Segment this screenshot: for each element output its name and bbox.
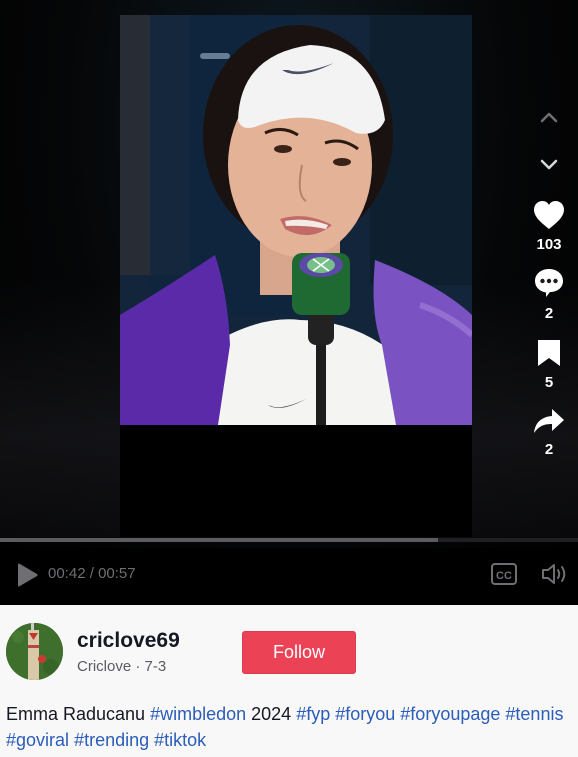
play-icon — [18, 563, 38, 587]
cc-label: CC — [496, 570, 512, 582]
next-video-button[interactable] — [532, 148, 566, 182]
share-count: 2 — [544, 441, 554, 458]
chevron-down-icon — [540, 159, 558, 170]
author-subline: Criclove · 7-3 — [77, 658, 166, 675]
hashtag-link[interactable]: #trending — [74, 730, 149, 750]
volume-icon — [542, 564, 566, 584]
closed-captions-icon: CC — [491, 563, 517, 585]
video-frame-illustration — [120, 15, 472, 425]
caption-text: Emma Raducanu — [6, 704, 151, 724]
avatar-image — [6, 623, 63, 680]
play-button[interactable] — [14, 562, 40, 588]
video-info: criclove69 Criclove · 7-3 Follow Emma Ra… — [0, 605, 578, 757]
caption-text: 2024 — [246, 704, 297, 724]
progress-bar-fill — [0, 538, 438, 542]
post-date: 7-3 — [144, 658, 167, 675]
avatar[interactable] — [6, 623, 63, 680]
comment-button[interactable]: 2 — [533, 267, 565, 322]
video-caption: Emma Raducanu #wimbledon 2024 #fyp #fory… — [6, 701, 576, 753]
heart-icon — [534, 201, 564, 229]
video-player[interactable]: 103 2 5 2 00:42 / 00:57 CC — [0, 0, 578, 605]
hashtag-link[interactable]: #tiktok — [154, 730, 206, 750]
like-button[interactable]: 103 — [533, 200, 565, 253]
video-thumbnail — [120, 15, 472, 425]
save-button[interactable]: 5 — [536, 338, 562, 391]
save-count: 5 — [544, 374, 554, 391]
comment-count: 2 — [544, 305, 554, 322]
subline-dot: · — [131, 658, 145, 675]
previous-video-button[interactable] — [532, 100, 566, 134]
hashtag-link[interactable]: #wimbledon — [150, 704, 246, 724]
hashtag-link[interactable]: #foryoupage — [400, 704, 500, 724]
total-time: 00:57 — [98, 565, 136, 582]
comment-icon — [535, 269, 563, 297]
like-count: 103 — [536, 236, 562, 253]
share-button[interactable]: 2 — [533, 407, 565, 458]
time-separator: / — [85, 565, 99, 582]
bookmark-icon — [538, 340, 560, 366]
player-controls: 00:42 / 00:57 CC — [0, 548, 578, 605]
closed-captions-button[interactable]: CC — [490, 562, 518, 586]
hashtag-link[interactable]: #tennis — [505, 704, 563, 724]
hashtag-link[interactable]: #goviral — [6, 730, 69, 750]
side-actions: 103 2 5 2 — [520, 100, 578, 458]
author-username[interactable]: criclove69 — [77, 629, 180, 653]
progress-bar[interactable] — [0, 538, 578, 542]
current-time: 00:42 — [48, 565, 86, 582]
hashtag-link[interactable]: #foryou — [335, 704, 395, 724]
video-frame[interactable] — [120, 15, 472, 537]
hashtag-link[interactable]: #fyp — [296, 704, 330, 724]
follow-button[interactable]: Follow — [242, 631, 356, 674]
author-display-name: Criclove — [77, 658, 132, 675]
time-display: 00:42 / 00:57 — [48, 565, 136, 582]
chevron-up-icon — [540, 112, 558, 123]
share-icon — [534, 409, 564, 433]
volume-button[interactable] — [540, 562, 570, 586]
